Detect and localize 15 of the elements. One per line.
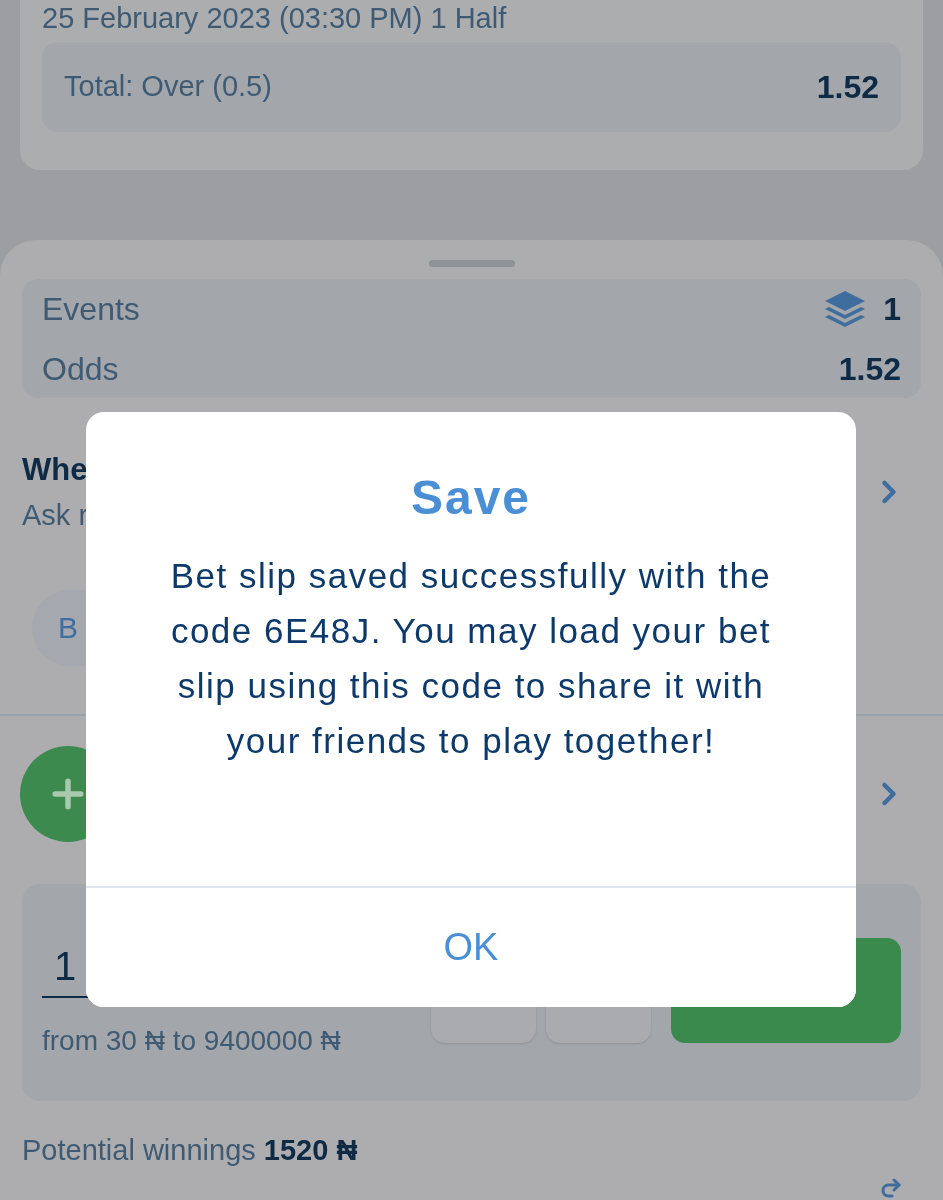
bet-row[interactable]: Total: Over (0.5) 1.52 [42, 42, 901, 132]
drag-handle[interactable] [428, 260, 515, 267]
odds-value: 1.52 [838, 349, 901, 389]
stake-range: from 30 ₦ to 9400000 ₦ [42, 1023, 342, 1058]
option-title: Whe [22, 451, 89, 490]
bet-label: Total: Over (0.5) [64, 69, 272, 105]
odds-label: Odds [42, 349, 119, 389]
dialog-title: Save [410, 470, 532, 526]
bet-odds: 1.52 [816, 68, 879, 107]
dialog-message: Bet slip saved successfully with the code 6E48J. You may load your bet slip using this code to share it with your friends to play together! [169, 555, 773, 762]
redo-arrow-icon[interactable] [879, 1176, 903, 1200]
event-date: 25 February 2023 (03:30 PM) 1 Half [42, 1, 508, 36]
events-count: 1 [883, 289, 901, 329]
events-label: Events [42, 289, 140, 329]
potential-winnings: Potential winnings 1520 ₦ [22, 1132, 358, 1168]
